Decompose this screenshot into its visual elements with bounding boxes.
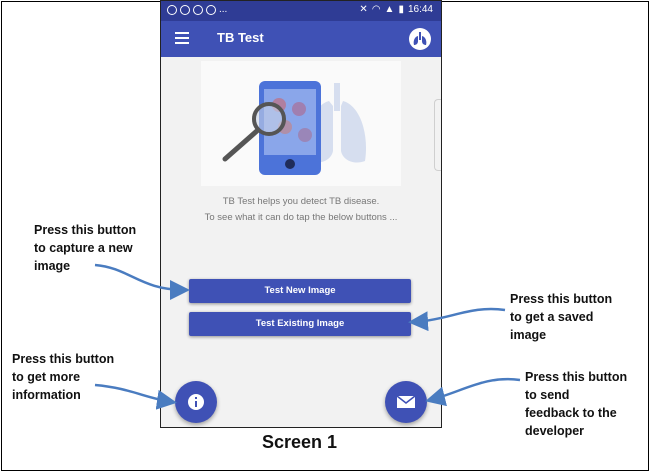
feedback-fab[interactable] xyxy=(385,381,427,423)
test-new-image-button[interactable]: Test New Image xyxy=(189,279,411,303)
envelope-icon xyxy=(396,395,416,408)
viber-icon xyxy=(167,4,177,15)
feedback-annotation: Press this button to send feedback to th… xyxy=(525,370,628,438)
description-line-2: To see what it can do tap the below butt… xyxy=(204,212,398,223)
lungs-icon[interactable] xyxy=(409,28,431,50)
sync-icon xyxy=(193,4,203,15)
app-bar: TB Test xyxy=(161,21,441,57)
test-existing-image-button[interactable]: Test Existing Image xyxy=(189,312,411,336)
info-icon xyxy=(188,394,204,410)
status-notifications: ... xyxy=(167,4,227,15)
page-indicator-edge xyxy=(434,99,441,171)
saved-annotation: Press this button to get a saved image xyxy=(510,292,613,342)
main-content: TB Test helps you detect TB disease. To … xyxy=(161,57,441,427)
status-system: ✕ ◠ ▲ ▮ 16:44 xyxy=(359,4,433,15)
hamburger-menu-icon[interactable] xyxy=(175,32,189,44)
app-title: TB Test xyxy=(217,30,264,45)
capture-annotation: Press this button to capture a new image xyxy=(34,223,137,273)
hero-illustration xyxy=(201,61,401,186)
status-overflow: ... xyxy=(219,4,228,15)
status-bar: ... ✕ ◠ ▲ ▮ 16:44 xyxy=(161,1,441,21)
battery-icon: ▮ xyxy=(398,4,404,15)
wifi-icon: ◠ xyxy=(371,4,381,15)
whatsapp-icon xyxy=(180,4,190,15)
signal-icon: ▲ xyxy=(384,4,395,15)
mute-icon: ✕ xyxy=(359,4,368,15)
skype-icon xyxy=(206,4,216,15)
phone-screen: ... ✕ ◠ ▲ ▮ 16:44 TB Test TB Test helps … xyxy=(160,0,442,428)
clock: 16:44 xyxy=(407,4,433,15)
info-fab[interactable] xyxy=(175,381,217,423)
info-annotation: Press this button to get more informatio… xyxy=(12,352,115,402)
description-line-1: TB Test helps you detect TB disease. xyxy=(222,196,380,207)
screen-caption: Screen 1 xyxy=(262,432,338,452)
